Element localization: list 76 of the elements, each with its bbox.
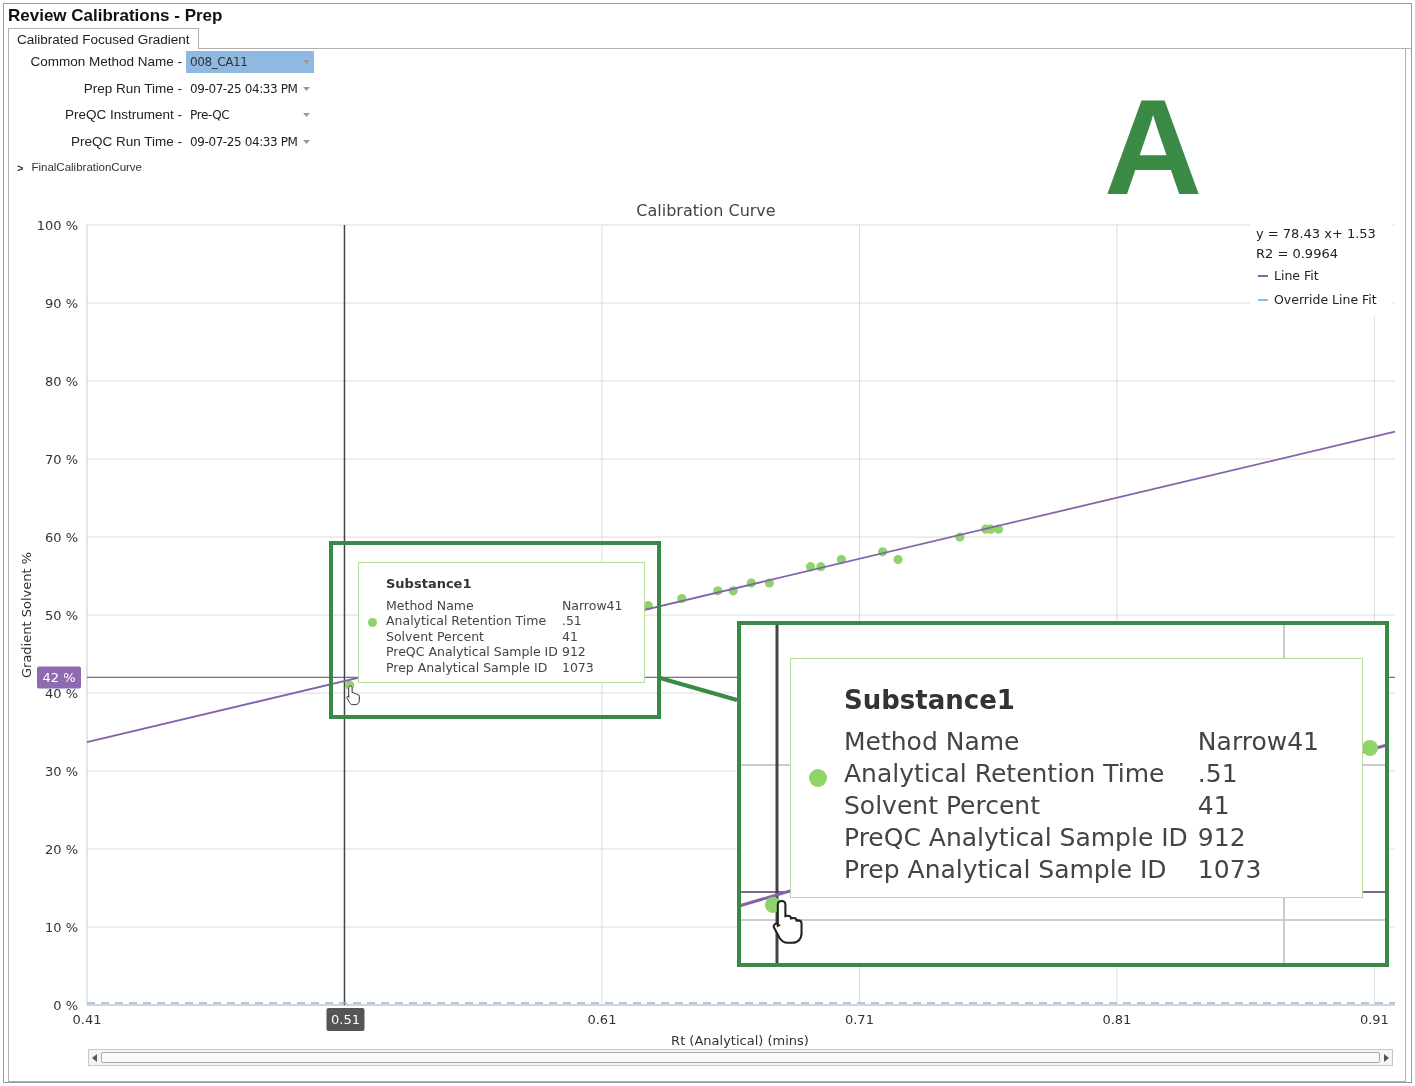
tooltip-label: Analytical Retention Time bbox=[844, 758, 1166, 790]
axis-tick-label: 90 % bbox=[44, 296, 78, 311]
caret-icon bbox=[303, 86, 310, 91]
tooltip-value: 1073 bbox=[1197, 854, 1263, 886]
tooltip-value: 41 bbox=[561, 628, 579, 645]
tree-item[interactable]: FinalCalibrationCurve bbox=[31, 159, 142, 177]
axis-tick-label: 0.91 bbox=[1359, 1012, 1389, 1027]
tab[interactable]: Calibrated Focused Gradient bbox=[8, 28, 199, 49]
caret-icon bbox=[303, 60, 310, 65]
tooltip-title: Substance1 bbox=[386, 575, 473, 593]
tooltip-value: 1073 bbox=[561, 659, 595, 676]
scroll-thumb[interactable] bbox=[101, 1052, 1380, 1063]
fit-equation: y = 78.43 x+ 1.53 bbox=[1256, 225, 1377, 243]
expand-toggle[interactable]: > bbox=[17, 159, 24, 177]
tooltip-label: PreQC Analytical Sample ID bbox=[844, 822, 1188, 854]
axis-tick-label: 60 % bbox=[44, 530, 78, 545]
axis-tick-label: 80 % bbox=[44, 374, 78, 389]
legend-label: Line Fit bbox=[1274, 267, 1319, 285]
tooltip-label: PreQC Analytical Sample ID bbox=[386, 644, 558, 660]
dropdown[interactable]: 09-07-25 04:33 PM bbox=[186, 77, 314, 100]
ref-line-label: 0.51 bbox=[331, 1012, 360, 1027]
axis-title: Gradient Solvent % bbox=[19, 552, 34, 678]
axis-tick-label: 10 % bbox=[44, 920, 78, 935]
tooltip-label: Solvent Percent bbox=[844, 790, 1041, 822]
axis-title: Rt (Analytical) (mins) bbox=[671, 1033, 809, 1048]
tooltip-value: .51 bbox=[561, 613, 583, 629]
tooltip-value: Narrow41 bbox=[561, 597, 623, 614]
tooltip-label: Prep Analytical Sample ID bbox=[844, 854, 1168, 886]
point-marker-icon bbox=[368, 618, 377, 627]
tooltip-label: Solvent Percent bbox=[386, 628, 485, 645]
axis-tick-label: 50 % bbox=[44, 608, 78, 623]
ref-line-label: 42 % bbox=[42, 670, 76, 686]
axis-tick-label: 100 % bbox=[36, 218, 78, 233]
axis-tick-label: 0.71 bbox=[844, 1012, 874, 1027]
scroll-left-icon bbox=[92, 1053, 97, 1062]
chart-title: Calibration Curve bbox=[636, 201, 776, 220]
axis-tick-label: 30 % bbox=[44, 764, 78, 779]
tooltip-label: Method Name bbox=[386, 597, 475, 614]
crosshair-badge: 0.51 bbox=[326, 1008, 365, 1031]
point-marker-icon bbox=[808, 769, 827, 787]
tooltip-value: 912 bbox=[561, 644, 587, 660]
axis-tick-label: 0.41 bbox=[72, 1012, 102, 1027]
axis-tick-label: 0 % bbox=[53, 998, 78, 1013]
dropdown[interactable]: Pre-QC bbox=[186, 104, 314, 127]
axis-tick-label: 0.61 bbox=[587, 1012, 617, 1027]
scrollbar[interactable] bbox=[88, 1049, 1393, 1066]
axis-tick-label: 0.81 bbox=[1102, 1012, 1132, 1027]
tooltip-label: Method Name bbox=[844, 726, 1021, 758]
annotation-letter: A bbox=[1104, 79, 1203, 215]
caret-icon bbox=[303, 139, 310, 144]
axis-tick-label: 70 % bbox=[44, 452, 78, 467]
dropdown[interactable]: 008_CA11 bbox=[186, 51, 314, 74]
tooltip-label: Prep Analytical Sample ID bbox=[386, 659, 549, 676]
window-title: Review Calibrations - Prep bbox=[7, 5, 224, 27]
caret-icon bbox=[303, 113, 310, 118]
legend-item[interactable]: Override Line Fit bbox=[1256, 288, 1392, 312]
scroll-right-icon bbox=[1384, 1053, 1389, 1062]
legend-label: Override Line Fit bbox=[1274, 291, 1377, 309]
field-label: PreQC Run Time - bbox=[69, 132, 183, 151]
field-label: PreQC Instrument - bbox=[63, 106, 183, 125]
dropdown[interactable]: 09-07-25 04:33 PM bbox=[186, 130, 314, 153]
field-label: Prep Run Time - bbox=[82, 79, 183, 98]
hand-cursor-icon bbox=[346, 685, 360, 706]
tooltip-label: Analytical Retention Time bbox=[386, 613, 548, 629]
hand-cursor-icon bbox=[772, 899, 803, 944]
field-label: Common Method Name - bbox=[29, 53, 183, 72]
tooltip-value: 912 bbox=[1197, 822, 1247, 854]
legend-item[interactable]: Line Fit bbox=[1256, 264, 1392, 288]
crosshair-badge: 42 % bbox=[37, 666, 81, 689]
tooltip-title: Substance1 bbox=[844, 684, 1016, 717]
tooltip-value: 41 bbox=[1197, 790, 1231, 822]
fit-equation: R2 = 0.9964 bbox=[1256, 245, 1339, 263]
axis-tick-label: 20 % bbox=[44, 842, 78, 857]
tooltip-value: .51 bbox=[1197, 758, 1239, 790]
axis-tick-label: 40 % bbox=[44, 686, 78, 701]
tooltip-value: Narrow41 bbox=[1197, 726, 1319, 758]
